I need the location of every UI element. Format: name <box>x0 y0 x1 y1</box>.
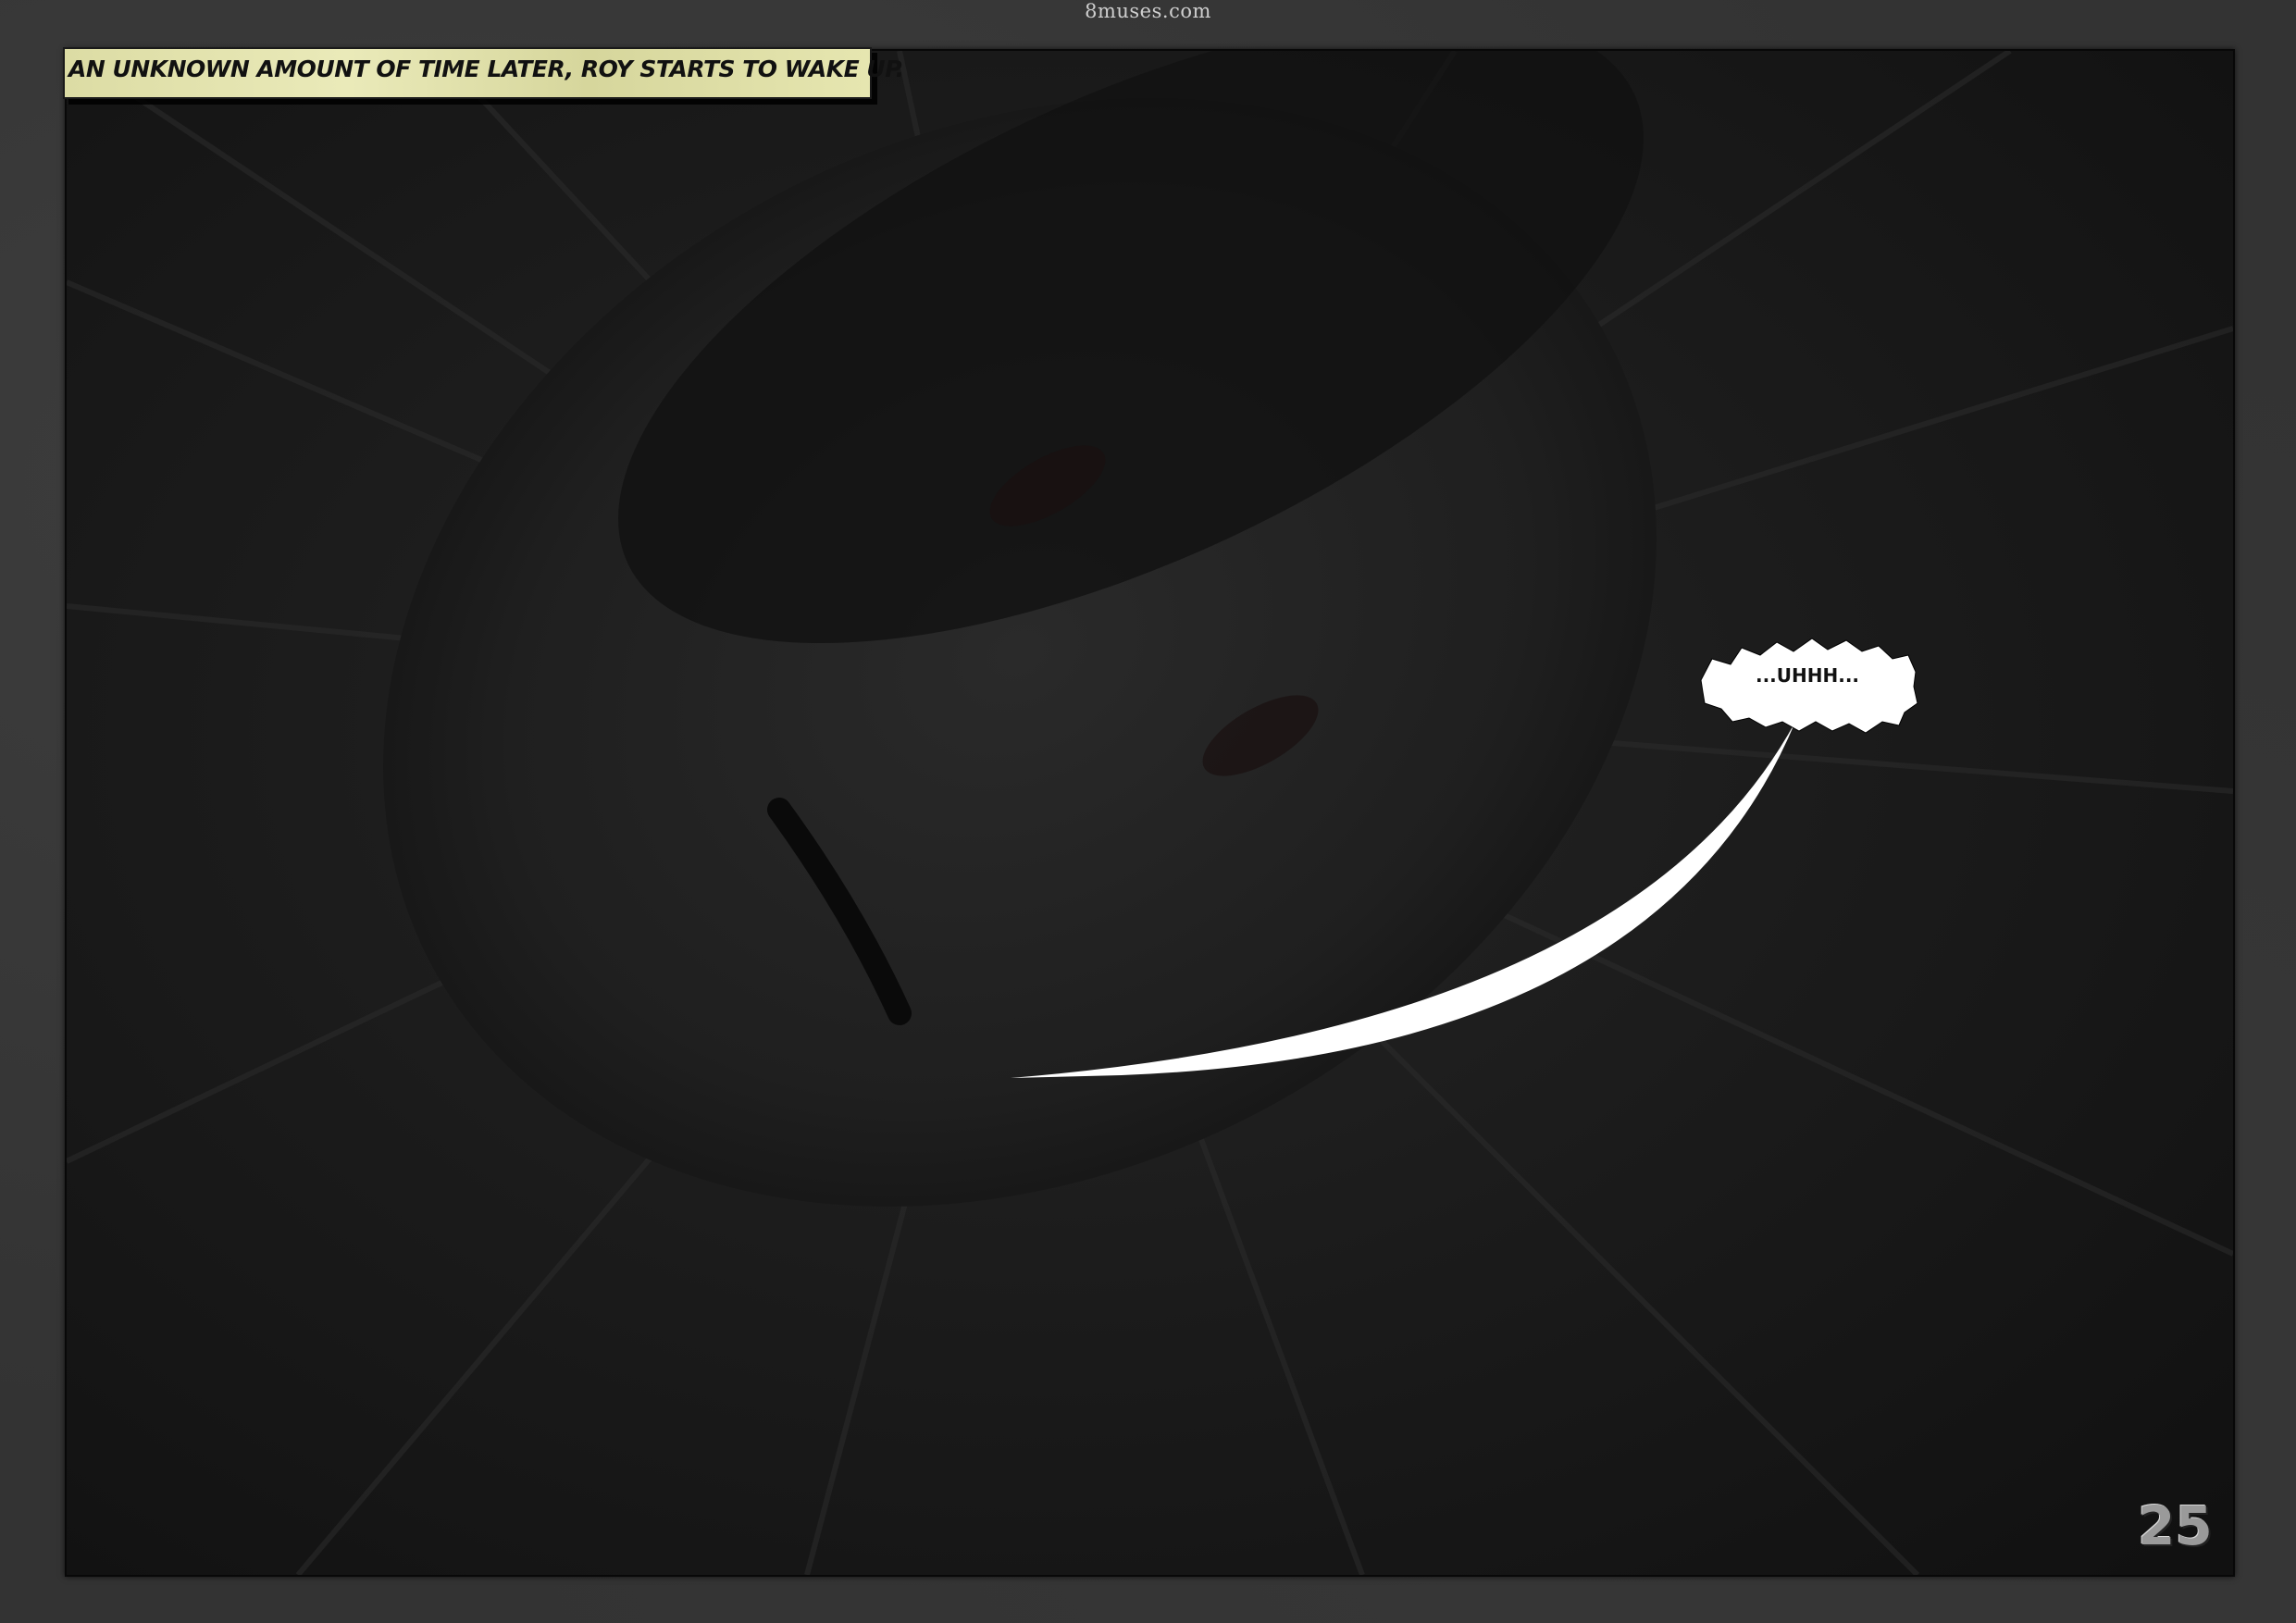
page-number: 25 <box>2138 1494 2213 1557</box>
speech-bubble-text: ...UHHH... <box>1755 664 1860 687</box>
speech-bubble-tail <box>1011 722 1795 1078</box>
comic-page: 8muses.com AN UNKNOWN AMOUNT OF TIME LAT… <box>0 0 2296 1623</box>
speech-bubble <box>1011 638 1918 1078</box>
